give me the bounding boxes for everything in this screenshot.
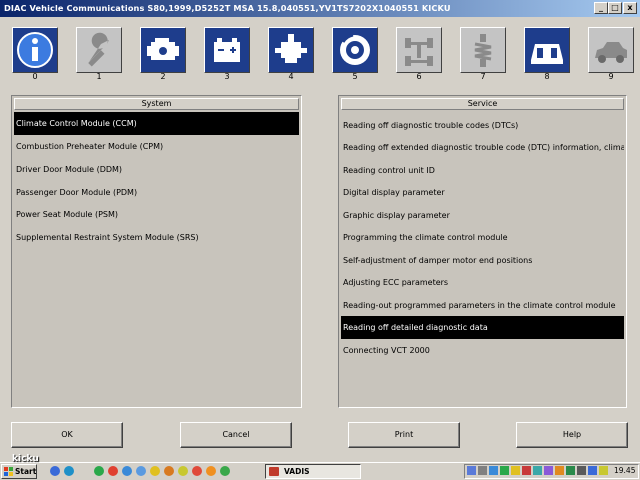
app-icon[interactable] — [192, 466, 202, 476]
tray-icon[interactable] — [522, 466, 531, 475]
windows-logo-icon — [4, 467, 13, 476]
minimize-button[interactable]: _ — [594, 2, 608, 14]
steering-icon — [405, 38, 433, 66]
system-item[interactable]: Power Seat Module (PSM) — [14, 203, 299, 226]
service-item[interactable]: Graphic display parameter — [341, 204, 624, 227]
car-body-icon — [595, 42, 627, 63]
system-item[interactable]: Climate Control Module (CCM) — [14, 112, 299, 135]
taskbar-item-vadis[interactable]: VADIS — [265, 464, 361, 479]
toolbar-button-3[interactable] — [204, 27, 250, 73]
app-icon[interactable] — [206, 466, 216, 476]
system-item[interactable]: Passenger Door Module (PDM) — [14, 181, 299, 204]
toolbar-button-1[interactable] — [76, 27, 122, 73]
toolbar-button-7[interactable] — [460, 27, 506, 73]
ok-button[interactable]: OK — [11, 422, 123, 448]
print-button[interactable]: Print — [348, 422, 460, 448]
app-icon[interactable] — [108, 466, 118, 476]
service-item[interactable]: Reading off diagnostic trouble codes (DT… — [341, 114, 624, 137]
toolbar-button-5[interactable] — [332, 27, 378, 73]
vadis-icon — [269, 467, 279, 476]
service-item[interactable]: Reading-out programmed parameters in the… — [341, 294, 624, 317]
toolbar-button-2[interactable] — [140, 27, 186, 73]
service-item[interactable]: Adjusting ECC parameters — [341, 271, 624, 294]
window-title: DIAC Vehicle Communications S80,1999,D52… — [4, 3, 451, 13]
maximize-button[interactable]: □ — [608, 2, 622, 14]
toolbar-number-7: 7 — [480, 72, 486, 81]
service-item[interactable]: Digital display parameter — [341, 181, 624, 204]
toolbar-button-0[interactable] — [12, 27, 58, 73]
tray-icon[interactable] — [566, 466, 575, 475]
toolbar-number-3: 3 — [224, 72, 230, 81]
app-icon[interactable] — [122, 466, 132, 476]
toolbar-button-6[interactable] — [396, 27, 442, 73]
browser-icon[interactable] — [64, 466, 74, 476]
tray-icon[interactable] — [577, 466, 586, 475]
service-item[interactable]: Connecting VCT 2000 — [341, 339, 624, 362]
app-icon[interactable] — [178, 466, 188, 476]
desktop-icon[interactable] — [50, 466, 60, 476]
tray-icon[interactable] — [544, 466, 553, 475]
app-icon[interactable] — [164, 466, 174, 476]
toolbar-number-5: 5 — [352, 72, 358, 81]
wrench-icon — [88, 32, 109, 67]
engine-icon — [147, 38, 179, 60]
watermark: kicku — [12, 454, 39, 464]
toolbar-number-1: 1 — [96, 72, 102, 81]
clock: 19.45 — [614, 466, 636, 475]
taskbar-item-label: VADIS — [284, 467, 310, 476]
toolbar-button-4[interactable] — [268, 27, 314, 73]
service-item[interactable]: Reading off extended diagnostic trouble … — [341, 136, 624, 159]
toolbar-number-6: 6 — [416, 72, 422, 81]
toolbar-number-9: 9 — [608, 72, 614, 81]
system-item[interactable]: Supplemental Restraint System Module (SR… — [14, 226, 299, 249]
app-icon[interactable] — [150, 466, 160, 476]
system-header: System — [14, 98, 299, 110]
app-icon[interactable] — [94, 466, 104, 476]
toolbar-button-9[interactable] — [588, 27, 634, 73]
close-button[interactable]: x — [623, 2, 637, 14]
tray-icon[interactable] — [478, 466, 487, 475]
chrome-icon[interactable] — [220, 466, 230, 476]
start-button[interactable]: Start — [1, 464, 37, 479]
brake-icon — [340, 33, 370, 65]
tray-icon[interactable] — [555, 466, 564, 475]
toolbar-number-0: 0 — [32, 72, 38, 81]
suspension-icon — [474, 34, 492, 67]
service-item[interactable]: Reading off detailed diagnostic data — [341, 316, 624, 339]
gearbox-icon — [275, 34, 307, 63]
service-header: Service — [341, 98, 624, 110]
info-icon — [17, 32, 53, 68]
app-icon[interactable] — [136, 466, 146, 476]
tray-icon[interactable] — [533, 466, 542, 475]
system-item[interactable]: Driver Door Module (DDM) — [14, 158, 299, 181]
service-item[interactable]: Programming the climate control module — [341, 226, 624, 249]
service-item[interactable]: Self-adjustment of damper motor end posi… — [341, 249, 624, 272]
start-label: Start — [15, 467, 37, 476]
volume-icon[interactable] — [599, 466, 608, 475]
help-button[interactable]: Help — [516, 422, 628, 448]
tray-icon[interactable] — [489, 466, 498, 475]
toolbar-number-8: 8 — [544, 72, 550, 81]
toolbar-button-8[interactable] — [524, 27, 570, 73]
system-list[interactable]: System Climate Control Module (CCM) Comb… — [11, 95, 302, 408]
service-list[interactable]: Service Reading off diagnostic trouble c… — [338, 95, 627, 408]
tray-icon[interactable] — [467, 466, 476, 475]
toolbar-number-4: 4 — [288, 72, 294, 81]
toolbar-number-2: 2 — [160, 72, 166, 81]
tray-icon[interactable] — [511, 466, 520, 475]
tray-icon[interactable] — [500, 466, 509, 475]
battery-icon — [214, 38, 240, 62]
system-item[interactable]: Combustion Preheater Module (CPM) — [14, 135, 299, 158]
service-item[interactable]: Reading control unit ID — [341, 159, 624, 182]
interior-icon — [531, 44, 563, 64]
cancel-button[interactable]: Cancel — [180, 422, 292, 448]
tray-icon[interactable] — [588, 466, 597, 475]
